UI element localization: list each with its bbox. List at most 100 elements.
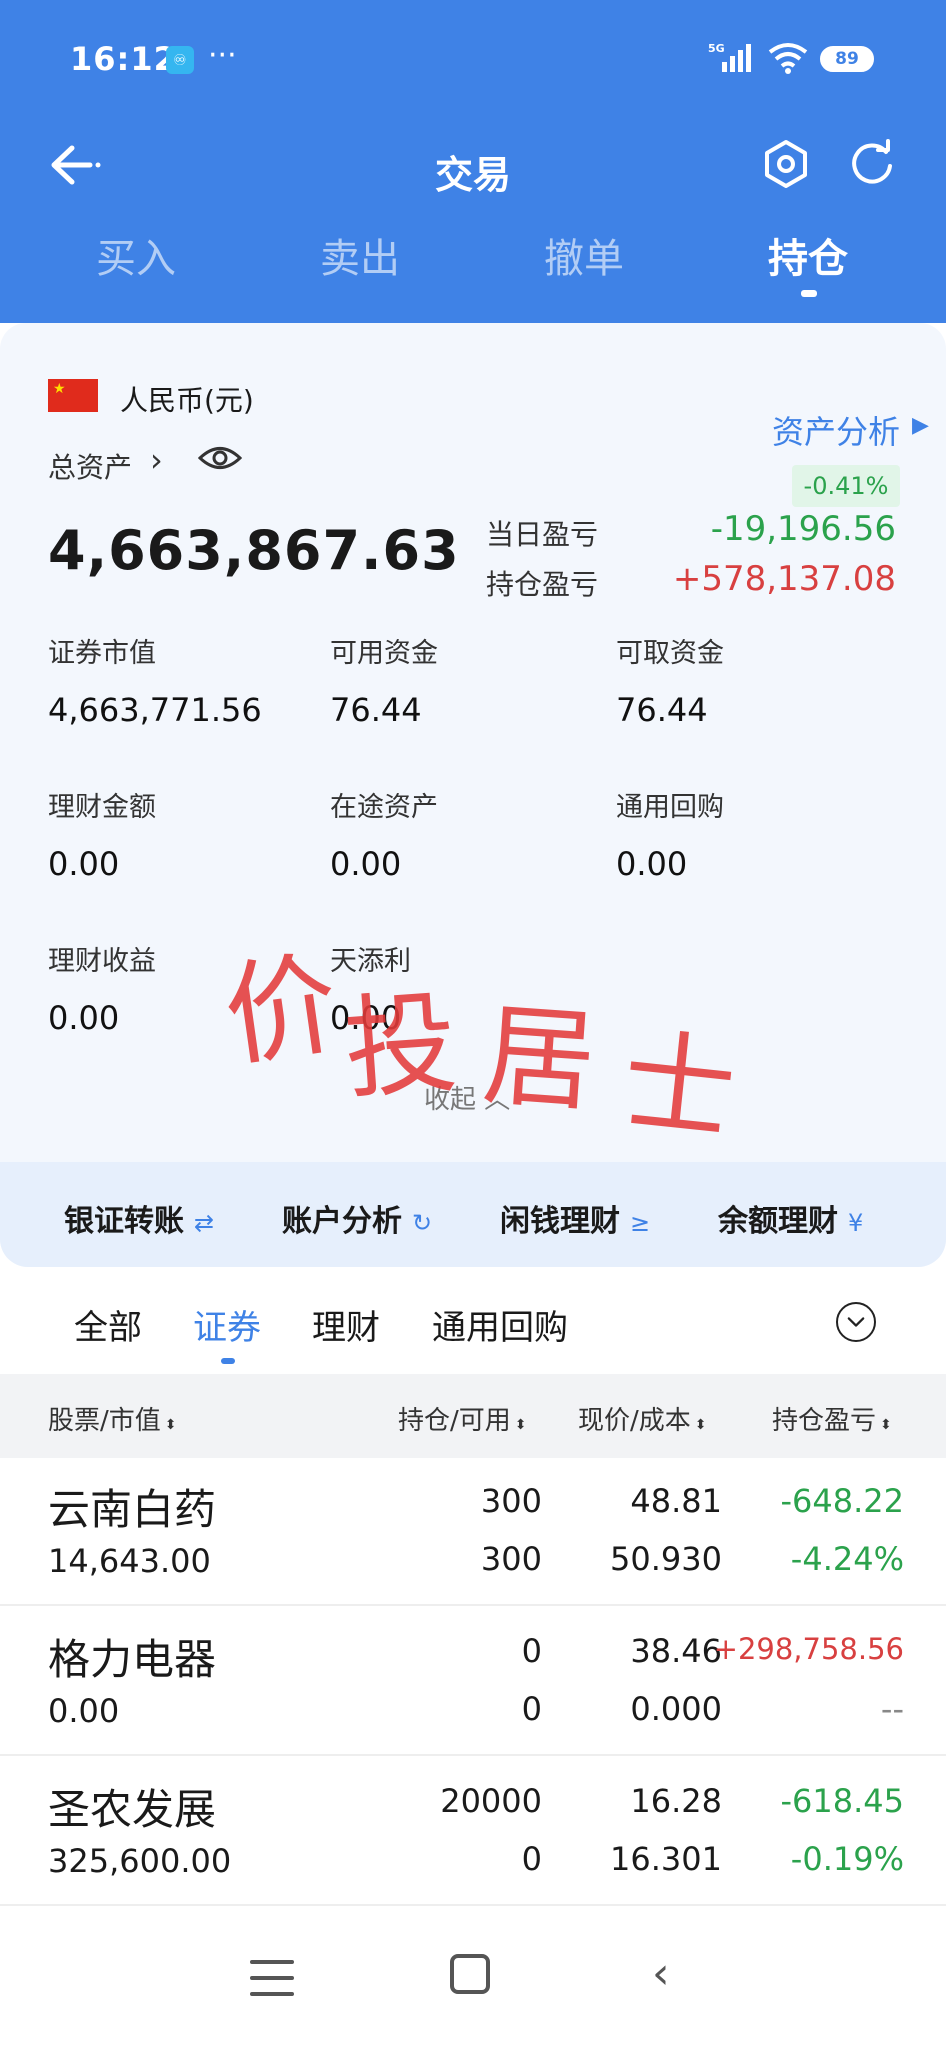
transfer-icon: ⇄ (194, 1209, 215, 1237)
position-pl-percent: -- (880, 1690, 904, 1728)
network-label: 5G (708, 42, 725, 55)
metric-label: 通用回购 (616, 792, 724, 823)
tab-all[interactable]: 全部 (74, 1300, 142, 1349)
refresh-small-icon: ↻ (412, 1209, 433, 1237)
price: 16.28 (630, 1782, 722, 1820)
idle-cash-link[interactable]: 闲钱理财 ≥ (500, 1196, 650, 1240)
header-label: 持仓盈亏 (772, 1406, 877, 1436)
price: 38.46 (630, 1632, 722, 1670)
holding-row[interactable]: 圣农发展 325,600.00 20000 0 16.28 16.301 -61… (0, 1758, 946, 1906)
position-pl-label: 持仓盈亏 (486, 568, 599, 601)
refresh-icon[interactable] (846, 138, 898, 190)
notification-app-icon: ♾ (166, 46, 194, 74)
metric-label: 证券市值 (48, 638, 156, 669)
metric-value: 0.00 (330, 845, 402, 883)
watermark-char: 投 (340, 978, 462, 1116)
chevron-down-circle-icon[interactable] (836, 1302, 876, 1342)
sort-icon: ⬍ (164, 1417, 177, 1433)
asset-analysis-link[interactable]: 资产分析 (772, 407, 900, 453)
metric-value: 76.44 (616, 691, 708, 729)
available: 300 (480, 1540, 542, 1578)
cost: 16.301 (610, 1840, 722, 1878)
cost: 50.930 (610, 1540, 722, 1578)
cost: 0.000 (630, 1690, 722, 1728)
holdings-tabs: 全部 证券 理财 通用回购 (0, 1290, 946, 1374)
bank-transfer-link[interactable]: 银证转账 ⇄ (64, 1196, 214, 1240)
system-nav-bar: ‹ (0, 1908, 946, 2048)
metric-value: 0.00 (48, 999, 120, 1037)
china-flag-icon: ★ (48, 379, 98, 412)
tab-repo[interactable]: 通用回购 (432, 1300, 568, 1349)
tab-cancel-order[interactable]: 撤单 (494, 226, 674, 284)
metric-value: 4,663,771.56 (48, 691, 262, 729)
available: 0 (521, 1690, 542, 1728)
position-pl: -618.45 (780, 1782, 904, 1820)
metric-value: 0.00 (48, 845, 120, 883)
holding-row[interactable]: 格力电器 0.00 0 0 38.46 0.000 +298,758.56 -- (0, 1608, 946, 1756)
position: 0 (521, 1632, 542, 1670)
header-price-cost[interactable]: 现价/成本 ⬍ (578, 1400, 707, 1437)
header-position-pl[interactable]: 持仓盈亏 ⬍ (772, 1400, 892, 1437)
account-analysis-label: 账户分析 (282, 1204, 402, 1239)
market-value: 0.00 (48, 1692, 120, 1730)
gear-icon[interactable] (760, 138, 812, 190)
header-label: 持仓/可用 (398, 1406, 511, 1436)
metric-value: 76.44 (330, 691, 422, 729)
stock-name: 云南白药 (48, 1485, 217, 1534)
signal-icon: 5G (708, 42, 751, 72)
header-stock-value[interactable]: 股票/市值 ⬍ (48, 1400, 177, 1437)
metric-value: 0.00 (616, 845, 688, 883)
stock-name: 圣农发展 (48, 1785, 217, 1834)
back-icon[interactable]: ‹ (652, 1948, 670, 1999)
header-position-available[interactable]: 持仓/可用 ⬍ (398, 1400, 527, 1437)
metric-label: 理财金额 (48, 792, 156, 823)
metric-label: 理财收益 (48, 946, 156, 977)
available: 0 (521, 1840, 542, 1878)
home-icon[interactable] (450, 1954, 490, 1994)
tab-positions[interactable]: 持仓 (718, 226, 898, 284)
header-label: 现价/成本 (578, 1406, 691, 1436)
metric-label: 可用资金 (330, 638, 438, 669)
day-pl-label: 当日盈亏 (486, 518, 599, 551)
app-header: 16:12 ♾ ··· 5G 89 交易 买入 卖出 撤单 持仓 (0, 0, 946, 323)
day-pl-value: -19,196.56 (710, 509, 896, 549)
metric-label: 在途资产 (330, 792, 438, 823)
tab-securities[interactable]: 证券 (193, 1300, 261, 1349)
eye-icon[interactable] (198, 443, 242, 473)
total-asset-value: 4,663,867.63 (48, 519, 460, 582)
yuan-icon: ¥ (848, 1209, 864, 1237)
wealth-icon: ≥ (630, 1209, 651, 1237)
position: 20000 (440, 1782, 542, 1820)
tab-sell[interactable]: 卖出 (270, 226, 450, 284)
market-value: 325,600.00 (48, 1842, 232, 1880)
battery-icon: 89 (820, 46, 874, 72)
more-notifications-icon: ··· (208, 38, 237, 73)
tab-wealth[interactable]: 理财 (312, 1300, 380, 1349)
holdings-table-header: 股票/市值 ⬍ 持仓/可用 ⬍ 现价/成本 ⬍ 持仓盈亏 ⬍ (0, 1374, 946, 1458)
account-analysis-link[interactable]: 账户分析 ↻ (282, 1196, 432, 1240)
position-pl-percent: -0.19% (790, 1840, 904, 1878)
bank-transfer-label: 银证转账 (64, 1204, 184, 1239)
position-pl-value: +578,137.08 (672, 559, 896, 599)
tab-buy[interactable]: 买入 (46, 226, 226, 284)
idle-cash-label: 闲钱理财 (500, 1204, 620, 1239)
sort-icon: ⬍ (694, 1417, 707, 1433)
position-pl: +298,758.56 (713, 1632, 904, 1666)
chevron-right-icon[interactable]: › (150, 441, 163, 479)
balance-wealth-link[interactable]: 余额理财 ¥ (718, 1196, 863, 1240)
sort-icon: ⬍ (880, 1417, 892, 1433)
position-pl: -648.22 (780, 1482, 904, 1520)
watermark-char: 士 (616, 1016, 742, 1158)
caret-right-icon: ▶ (912, 413, 929, 438)
quick-links-bar: 银证转账 ⇄ 账户分析 ↻ 闲钱理财 ≥ 余额理财 ¥ (0, 1162, 946, 1267)
tab-indicator (801, 290, 817, 297)
holding-row[interactable]: 云南白药 14,643.00 300 300 48.81 50.930 -648… (0, 1458, 946, 1606)
total-asset-label[interactable]: 总资产 (48, 446, 132, 486)
metric-label: 可取资金 (616, 638, 724, 669)
watermark-char: 居 (478, 990, 600, 1128)
nav-bar: 交易 (0, 118, 946, 214)
position: 300 (480, 1482, 542, 1520)
recent-apps-icon[interactable] (250, 1960, 294, 1996)
currency-label: 人民币(元) (120, 384, 254, 417)
stock-name: 格力电器 (48, 1635, 217, 1684)
